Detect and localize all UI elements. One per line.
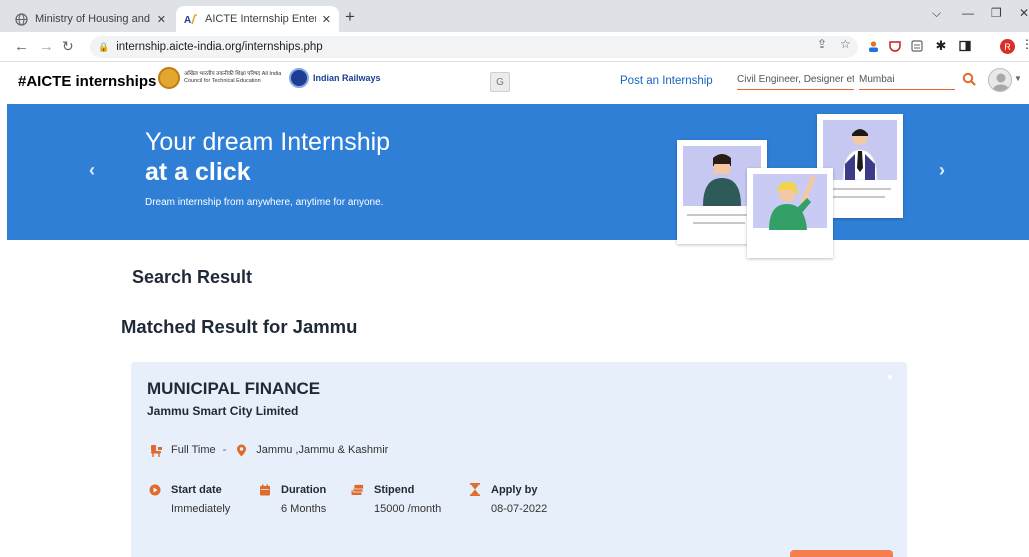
detail-start-date: Start date Immediately (148, 483, 230, 515)
back-arrow-icon[interactable]: ← (14, 38, 29, 55)
detail-value: Immediately (171, 503, 231, 515)
company-name: Jammu Smart City Limited (147, 404, 299, 418)
detail-stipend: Stipend 15000 /month (351, 483, 441, 515)
browser-tab-strip: Ministry of Housing and Urban A ✕ A AICT… (0, 0, 1029, 32)
detail-value: 08-07-2022 (491, 503, 548, 515)
post-internship-link[interactable]: Post an Internship (620, 75, 713, 87)
search-icon[interactable] (962, 72, 978, 88)
detail-value: 15000 /month (374, 503, 442, 515)
extension-pocket-icon[interactable] (888, 39, 902, 53)
menu-dots-icon[interactable]: ⋮ (1021, 37, 1029, 51)
detail-label: Stipend (374, 483, 415, 496)
card-dot (888, 375, 892, 379)
maximize-button[interactable]: ❐ (991, 6, 1002, 20)
detail-label: Apply by (491, 483, 538, 496)
search-role-input[interactable] (737, 70, 854, 90)
browser-tab-ministry[interactable]: Ministry of Housing and Urban A ✕ (6, 6, 174, 32)
bookmark-star-icon[interactable]: ☆ (840, 37, 851, 51)
site-brand[interactable]: #AICTE internships (18, 73, 156, 90)
apply-button[interactable] (790, 550, 893, 557)
aicte-favicon-icon: A (184, 12, 198, 26)
share-icon[interactable]: ⇪ (817, 37, 827, 51)
browser-toolbar: ← → ↻ 🔒 internship.aicte-india.org/inter… (0, 32, 1029, 62)
indian-railways-logo[interactable]: Indian Railways (289, 68, 381, 88)
job-location: Jammu ,Jammu & Kashmir (256, 444, 389, 456)
user-avatar-icon[interactable] (988, 68, 1012, 92)
side-panel-icon[interactable] (958, 39, 972, 53)
close-icon[interactable]: ✕ (157, 13, 166, 26)
job-meta: Full Time - Jammu ,Jammu & Kashmir (149, 443, 388, 457)
partner-name: Indian Railways (313, 73, 381, 83)
svg-text:A: A (184, 15, 191, 25)
translate-icon[interactable]: G (490, 72, 510, 92)
aicte-logo-text: अखिल भारतीय तकनीकी शिक्षा परिषद All Indi… (184, 71, 282, 84)
extensions-puzzle-icon[interactable]: ✱ (934, 38, 948, 53)
search-location-input[interactable] (859, 70, 955, 90)
lock-icon: 🔒 (98, 41, 110, 52)
banner-illustration (665, 114, 905, 258)
chevron-left-icon[interactable]: ‹ (89, 160, 95, 181)
meta-separator: - (222, 444, 227, 456)
reload-icon[interactable]: ↻ (62, 38, 74, 55)
address-text: internship.aicte-india.org/internships.p… (116, 41, 323, 53)
detail-duration: Duration 6 Months (258, 483, 326, 515)
tab-search-icon[interactable]: ⌵ (932, 6, 941, 21)
extension-reader-icon[interactable] (910, 39, 924, 53)
profile-avatar[interactable]: R (1000, 39, 1015, 54)
new-tab-button[interactable]: + (345, 7, 355, 27)
office-chair-icon (149, 443, 163, 457)
forward-arrow-icon[interactable]: → (39, 38, 54, 55)
search-result-heading: Search Result (132, 267, 253, 287)
chevron-right-icon[interactable]: › (939, 160, 945, 181)
detail-apply-by: Apply by 08-07-2022 (468, 483, 547, 515)
banner-tagline: at a click (145, 158, 251, 186)
matched-result-heading: Matched Result for Jammu (121, 316, 358, 337)
close-icon[interactable]: ✕ (322, 13, 331, 26)
hourglass-icon (468, 483, 481, 496)
site-header: #AICTE internships अखिल भारतीय तकनीकी शि… (0, 62, 1029, 104)
banner-subtitle: Dream internship from anywhere, anytime … (145, 197, 384, 208)
address-bar[interactable]: 🔒 internship.aicte-india.org/internships… (90, 36, 858, 58)
hero-banner: ‹ › Your dream Internship at a click Dre… (7, 104, 1029, 258)
globe-icon (14, 12, 28, 26)
money-icon (351, 483, 364, 496)
tab-title: AICTE Internship Enterprise Porta (205, 13, 316, 25)
tab-title: Ministry of Housing and Urban A (35, 13, 151, 25)
aicte-logo[interactable]: अखिल भारतीय तकनीकी शिक्षा परिषद All Indi… (158, 67, 290, 89)
detail-label: Start date (171, 483, 222, 496)
map-pin-icon (234, 443, 248, 457)
banner-headline: Your dream Internship (145, 128, 391, 156)
browser-tab-aicte[interactable]: A AICTE Internship Enterprise Porta ✕ (176, 6, 339, 32)
chevron-down-icon[interactable]: ▼ (1014, 74, 1022, 83)
aicte-seal-icon (158, 67, 180, 89)
minimize-button[interactable]: — (962, 6, 974, 20)
employment-type: Full Time (171, 444, 216, 456)
internship-card[interactable]: MUNICIPAL FINANCE Jammu Smart City Limit… (131, 362, 907, 557)
railways-emblem-icon (289, 68, 309, 88)
internship-title[interactable]: MUNICIPAL FINANCE (147, 379, 320, 399)
illustration-card (747, 168, 833, 258)
extension-person-icon[interactable] (866, 39, 880, 53)
detail-label: Duration (281, 483, 327, 496)
detail-value: 6 Months (281, 503, 327, 515)
calendar-icon (258, 483, 271, 496)
play-circle-icon (148, 483, 161, 496)
close-window-button[interactable]: ✕ (1019, 6, 1029, 20)
